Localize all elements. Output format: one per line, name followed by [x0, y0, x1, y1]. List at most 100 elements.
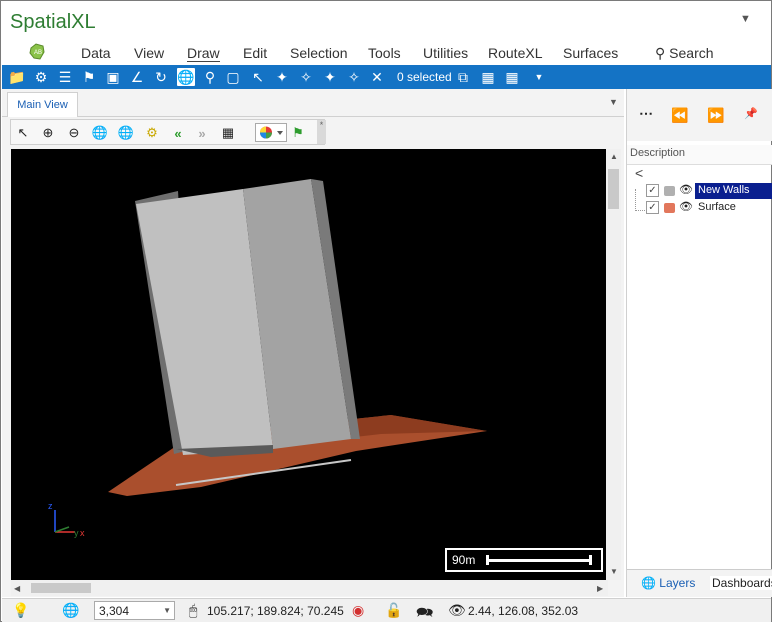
scale-combo[interactable]: 3,304 ▼ [94, 601, 175, 620]
svg-text:AB: AB [34, 50, 42, 56]
layer-swatch [664, 203, 675, 213]
unlock-icon[interactable]: 🔓 [385, 602, 402, 619]
zoom-in-icon[interactable]: ⊕ [39, 124, 57, 142]
next-view-icon[interactable]: » [193, 124, 211, 142]
layer-settings-icon[interactable]: ⚙ [32, 68, 50, 86]
tab-layers[interactable]: 🌐 Layers [641, 576, 695, 590]
toolbar-grip-icon[interactable]: * [317, 120, 326, 144]
color-scheme-dropdown[interactable] [255, 123, 287, 142]
select-lasso-icon[interactable]: ✧ [345, 68, 363, 86]
tab-main-view[interactable]: Main View [7, 92, 78, 117]
eye-icon: 👁 [448, 602, 466, 618]
copy-selection-icon[interactable]: ⧉ [454, 68, 472, 86]
tab-dashboards[interactable]: Dashboards [710, 576, 772, 590]
view-toolbar: ↖ ⊕ ⊖ 🌐 🌐 ⚙ « » ▦ ⚑ * [10, 119, 326, 145]
bookmark-icon[interactable]: ⚑ [289, 124, 307, 142]
select-pointer-icon[interactable]: ↖ [249, 68, 267, 86]
globe-small-icon: 🌐 [641, 576, 656, 590]
draw-ribbon: 📁 ⚙ ☰ ⚑ ▣ ∠ ↻ 🌐 ⚲ ▢ ↖ ✦ ✧ ✦ ✧ ✕ 0 select… [2, 65, 771, 89]
pointer-icon[interactable]: ↖ [14, 124, 32, 142]
rewind-icon[interactable]: ⏪ [671, 107, 688, 124]
ribbon-collapse-icon[interactable]: ▼ [740, 13, 751, 25]
more-options-icon[interactable]: ⋯ [639, 105, 653, 122]
menu-routexl[interactable]: RouteXL [488, 45, 542, 61]
axis-x-label: x [80, 528, 85, 538]
search-icon: ⚲ [655, 45, 666, 61]
axis-y-label: y [74, 528, 79, 538]
zoom-out-icon[interactable]: ⊖ [65, 124, 83, 142]
menu-edit[interactable]: Edit [243, 45, 267, 61]
message-icon[interactable]: 🗪 [416, 602, 433, 626]
layer-checkbox[interactable]: ✓ [646, 184, 659, 197]
lightbulb-icon[interactable]: 💡 [12, 602, 29, 619]
app-window: SpatialXL ▼ AB Data View Draw Edit Selec… [0, 0, 772, 622]
open-folder-icon[interactable]: 📁 [8, 68, 26, 86]
app-logo-icon[interactable]: AB [28, 43, 46, 61]
globe-view-icon[interactable]: 🌐 [91, 124, 109, 142]
export-excel-icon[interactable]: ▦ [503, 68, 521, 86]
menu-utilities[interactable]: Utilities [423, 45, 468, 61]
scale-bar-label: 90m [452, 553, 476, 567]
layer-row-surface[interactable]: ✓ 👁 Surface [637, 200, 772, 216]
3d-viewport[interactable]: z y x 90m [11, 149, 608, 580]
layer-row-new-walls[interactable]: ✓ 👁 New Walls [637, 183, 772, 199]
scroll-up-icon[interactable]: ▲ [610, 152, 618, 161]
menu-data[interactable]: Data [81, 45, 111, 61]
menu-surfaces[interactable]: Surfaces [563, 45, 618, 61]
scale-line [487, 559, 591, 562]
horizontal-scroll-thumb[interactable] [31, 583, 91, 593]
app-title: SpatialXL [10, 11, 96, 33]
earth-icon[interactable]: 🌐 [62, 602, 79, 619]
color-wheel-icon [260, 126, 283, 139]
ribbon-more-icon[interactable]: ▼ [530, 68, 548, 86]
globe-extent-icon[interactable]: 🌐 [117, 124, 135, 142]
chevron-down-icon: ▼ [163, 606, 171, 615]
measure-icon[interactable]: ∠ [128, 68, 146, 86]
clear-selection-icon[interactable]: ✕ [368, 68, 386, 86]
scroll-down-icon[interactable]: ▼ [610, 567, 618, 576]
select-area-icon[interactable]: ▢ [224, 68, 242, 86]
tab-layers-label: Layers [659, 576, 696, 590]
select-line-icon[interactable]: ✦ [321, 68, 339, 86]
search-button[interactable]: ⚲ Search [655, 45, 714, 62]
menu-selection[interactable]: Selection [290, 45, 348, 61]
layers-stack-icon[interactable]: ☰ [56, 68, 74, 86]
previous-view-icon[interactable]: « [169, 124, 187, 142]
frame-icon[interactable]: ▣ [104, 68, 122, 86]
forward-icon[interactable]: ⏩ [707, 107, 724, 124]
map-icon[interactable]: ⚑ [80, 68, 98, 86]
layer-checkbox[interactable]: ✓ [646, 201, 659, 214]
select-vertex-icon[interactable]: ✦ [273, 68, 291, 86]
mouse-coordinates: 105.217; 189.824; 70.245 [207, 604, 344, 618]
tab-list-icon[interactable]: ▼ [609, 97, 618, 107]
vertical-scroll-thumb[interactable] [608, 169, 619, 209]
document-tab-strip: Main View ▼ [2, 89, 624, 117]
location-pin-icon[interactable]: ⚲ [201, 68, 219, 86]
attribute-table-icon[interactable]: ▦ [479, 68, 497, 86]
scroll-left-icon[interactable]: ◀ [14, 584, 20, 593]
horizontal-scrollbar[interactable]: ◀ ▶ [11, 580, 608, 596]
settings-gear-icon[interactable]: ⚙ [143, 124, 161, 142]
grid-icon[interactable]: ▦ [219, 124, 237, 142]
visibility-eye-icon[interactable]: 👁 [679, 200, 693, 213]
rotate-icon[interactable]: ↻ [152, 68, 170, 86]
scale-bar: 90m [445, 548, 603, 572]
eye-coordinates: 2.44, 126.08, 352.03 [468, 604, 579, 618]
scroll-right-icon[interactable]: ▶ [597, 584, 603, 593]
vertical-scrollbar[interactable]: ▲ ▼ [606, 149, 621, 580]
snap-icon[interactable]: ◉ [352, 602, 364, 619]
pin-icon[interactable]: 📌 [744, 107, 758, 120]
3d-scene: z y x [48, 179, 487, 538]
menu-draw[interactable]: Draw [187, 45, 220, 62]
back-arrow-icon[interactable]: < [635, 165, 643, 181]
panel-header: ⋯ ⏪ ⏩ 📌 [627, 89, 772, 141]
select-polygon-icon[interactable]: ✧ [297, 68, 315, 86]
search-label: Search [669, 45, 714, 61]
layers-panel: ⋯ ⏪ ⏩ 📌 Description < ✓ 👁 New Walls ✓ 👁 … [626, 89, 772, 597]
axis-z-label: z [48, 501, 53, 511]
menu-tools[interactable]: Tools [368, 45, 401, 61]
menu-view[interactable]: View [134, 45, 164, 61]
visibility-eye-icon[interactable]: 👁 [679, 183, 693, 196]
description-header: Description [627, 145, 772, 165]
globe-icon[interactable]: 🌐 [177, 68, 195, 86]
